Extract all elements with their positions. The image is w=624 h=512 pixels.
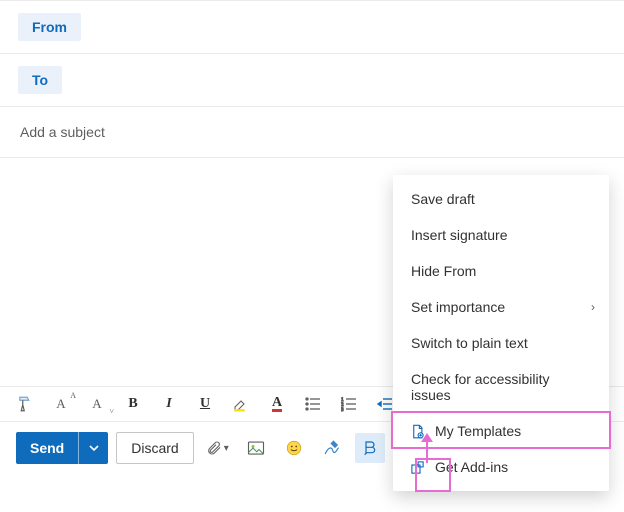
menu-set-importance-label: Set importance xyxy=(411,299,505,315)
chevron-down-icon: ▾ xyxy=(224,443,229,454)
discard-button[interactable]: Discard xyxy=(116,432,193,464)
font-color-icon[interactable]: A xyxy=(266,393,288,415)
to-row: To xyxy=(0,54,624,107)
annotation-arrow xyxy=(426,441,428,463)
to-button[interactable]: To xyxy=(18,66,62,94)
toggle-format-bar-icon[interactable] xyxy=(355,433,385,463)
emoji-icon[interactable] xyxy=(279,433,309,463)
underline-icon[interactable]: U xyxy=(194,393,216,415)
menu-insert-signature[interactable]: Insert signature xyxy=(393,217,609,253)
italic-icon[interactable]: I xyxy=(158,393,180,415)
send-button[interactable]: Send xyxy=(16,432,78,464)
menu-get-addins-label: Get Add-ins xyxy=(435,459,508,475)
format-painter-icon[interactable] xyxy=(14,393,36,415)
subject-input[interactable] xyxy=(18,123,606,141)
menu-accessibility[interactable]: Check for accessibility issues xyxy=(393,361,609,413)
svg-text:3: 3 xyxy=(341,408,344,412)
insert-image-icon[interactable] xyxy=(241,433,271,463)
bullets-icon[interactable] xyxy=(302,393,324,415)
highlight-icon[interactable] xyxy=(230,393,252,415)
send-split-button: Send xyxy=(16,432,108,464)
from-button[interactable]: From xyxy=(18,13,81,41)
from-row: From xyxy=(0,0,624,54)
chevron-right-icon: › xyxy=(591,300,595,314)
font-shrink-icon[interactable]: A˅ xyxy=(86,393,108,415)
send-options-button[interactable] xyxy=(78,432,108,464)
subject-row xyxy=(0,107,624,158)
attach-button[interactable]: ▾ xyxy=(202,433,233,463)
menu-set-importance[interactable]: Set importance › xyxy=(393,289,609,325)
menu-hide-from[interactable]: Hide From xyxy=(393,253,609,289)
font-grow-icon[interactable]: AA xyxy=(50,393,72,415)
menu-switch-plain-text[interactable]: Switch to plain text xyxy=(393,325,609,361)
addins-icon xyxy=(409,459,425,475)
signature-icon[interactable] xyxy=(317,433,347,463)
numbered-list-icon[interactable]: 1 2 3 xyxy=(338,393,360,415)
menu-my-templates-label: My Templates xyxy=(435,423,521,439)
bold-icon[interactable]: B xyxy=(122,393,144,415)
menu-save-draft[interactable]: Save draft xyxy=(393,181,609,217)
